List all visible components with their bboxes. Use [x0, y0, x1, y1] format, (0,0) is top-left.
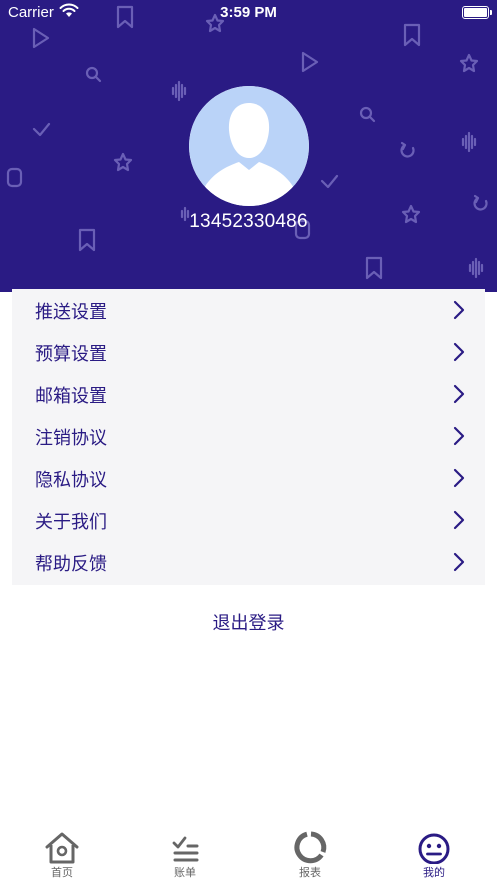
bookmark-icon	[403, 23, 421, 47]
settings-item-label: 帮助反馈	[35, 554, 107, 575]
tab-label: 我的	[423, 866, 445, 879]
settings-item-deregister[interactable]: 注销协议	[12, 415, 485, 457]
settings-item-privacy[interactable]: 隐私协议	[12, 457, 485, 499]
chevron-right-icon	[453, 300, 465, 320]
status-time: 3:59 PM	[220, 4, 277, 21]
settings-item-label: 隐私协议	[35, 470, 107, 491]
refresh-icon	[473, 194, 488, 211]
settings-item-about[interactable]: 关于我们	[12, 499, 485, 541]
check-icon	[320, 174, 339, 189]
settings-item-feedback[interactable]: 帮助反馈	[12, 541, 485, 583]
tab-bills[interactable]: 账单	[145, 826, 225, 883]
settings-list: 推送设置 预算设置 邮箱设置 注销协议 隐私协议 关于我们 帮助反馈	[12, 289, 485, 585]
settings-item-budget[interactable]: 预算设置	[12, 331, 485, 373]
tab-home[interactable]: 首页	[22, 826, 102, 883]
tab-label: 报表	[299, 866, 321, 879]
settings-item-label: 推送设置	[35, 302, 107, 323]
status-bar: Carrier 3:59 PM	[0, 0, 497, 26]
star-icon	[459, 53, 479, 73]
check-icon	[32, 122, 51, 137]
phone-number: 13452330486	[189, 211, 308, 232]
chevron-right-icon	[453, 468, 465, 488]
ring-chart-icon	[294, 831, 327, 864]
audio-wave-icon	[461, 131, 477, 153]
user-silhouette-icon	[189, 86, 309, 206]
bookmark-icon	[78, 228, 96, 252]
refresh-icon	[400, 141, 415, 158]
home-icon	[45, 832, 79, 864]
settings-item-label: 邮箱设置	[35, 386, 107, 407]
star-icon	[113, 152, 133, 172]
chevron-right-icon	[453, 510, 465, 530]
tab-label: 首页	[51, 866, 73, 879]
audio-wave-icon	[468, 257, 484, 279]
tab-mine[interactable]: 我的	[394, 826, 474, 883]
chevron-right-icon	[453, 552, 465, 572]
settings-item-email[interactable]: 邮箱设置	[12, 373, 485, 415]
battery-icon	[462, 6, 492, 19]
play-icon	[32, 27, 50, 49]
chevron-right-icon	[453, 342, 465, 362]
avatar[interactable]	[189, 86, 309, 206]
tab-label: 账单	[174, 866, 196, 879]
logout-button[interactable]: 退出登录	[0, 609, 497, 635]
bookmark-icon	[365, 256, 383, 280]
smiley-face-icon	[418, 833, 450, 864]
play-icon	[301, 51, 319, 73]
chevron-right-icon	[453, 426, 465, 446]
settings-item-label: 注销协议	[35, 428, 107, 449]
chevron-right-icon	[453, 384, 465, 404]
profile-header: Carrier 3:59 PM 13452330486	[0, 0, 497, 292]
audio-wave-icon	[171, 80, 187, 102]
tab-bar: 首页 账单 报表 我的	[0, 826, 497, 883]
checklist-icon	[172, 836, 199, 862]
settings-item-label: 关于我们	[35, 512, 107, 533]
rounded-rect-icon	[6, 167, 23, 188]
settings-item-push[interactable]: 推送设置	[12, 289, 485, 331]
tab-reports[interactable]: 报表	[270, 826, 350, 883]
settings-item-label: 预算设置	[35, 344, 107, 365]
